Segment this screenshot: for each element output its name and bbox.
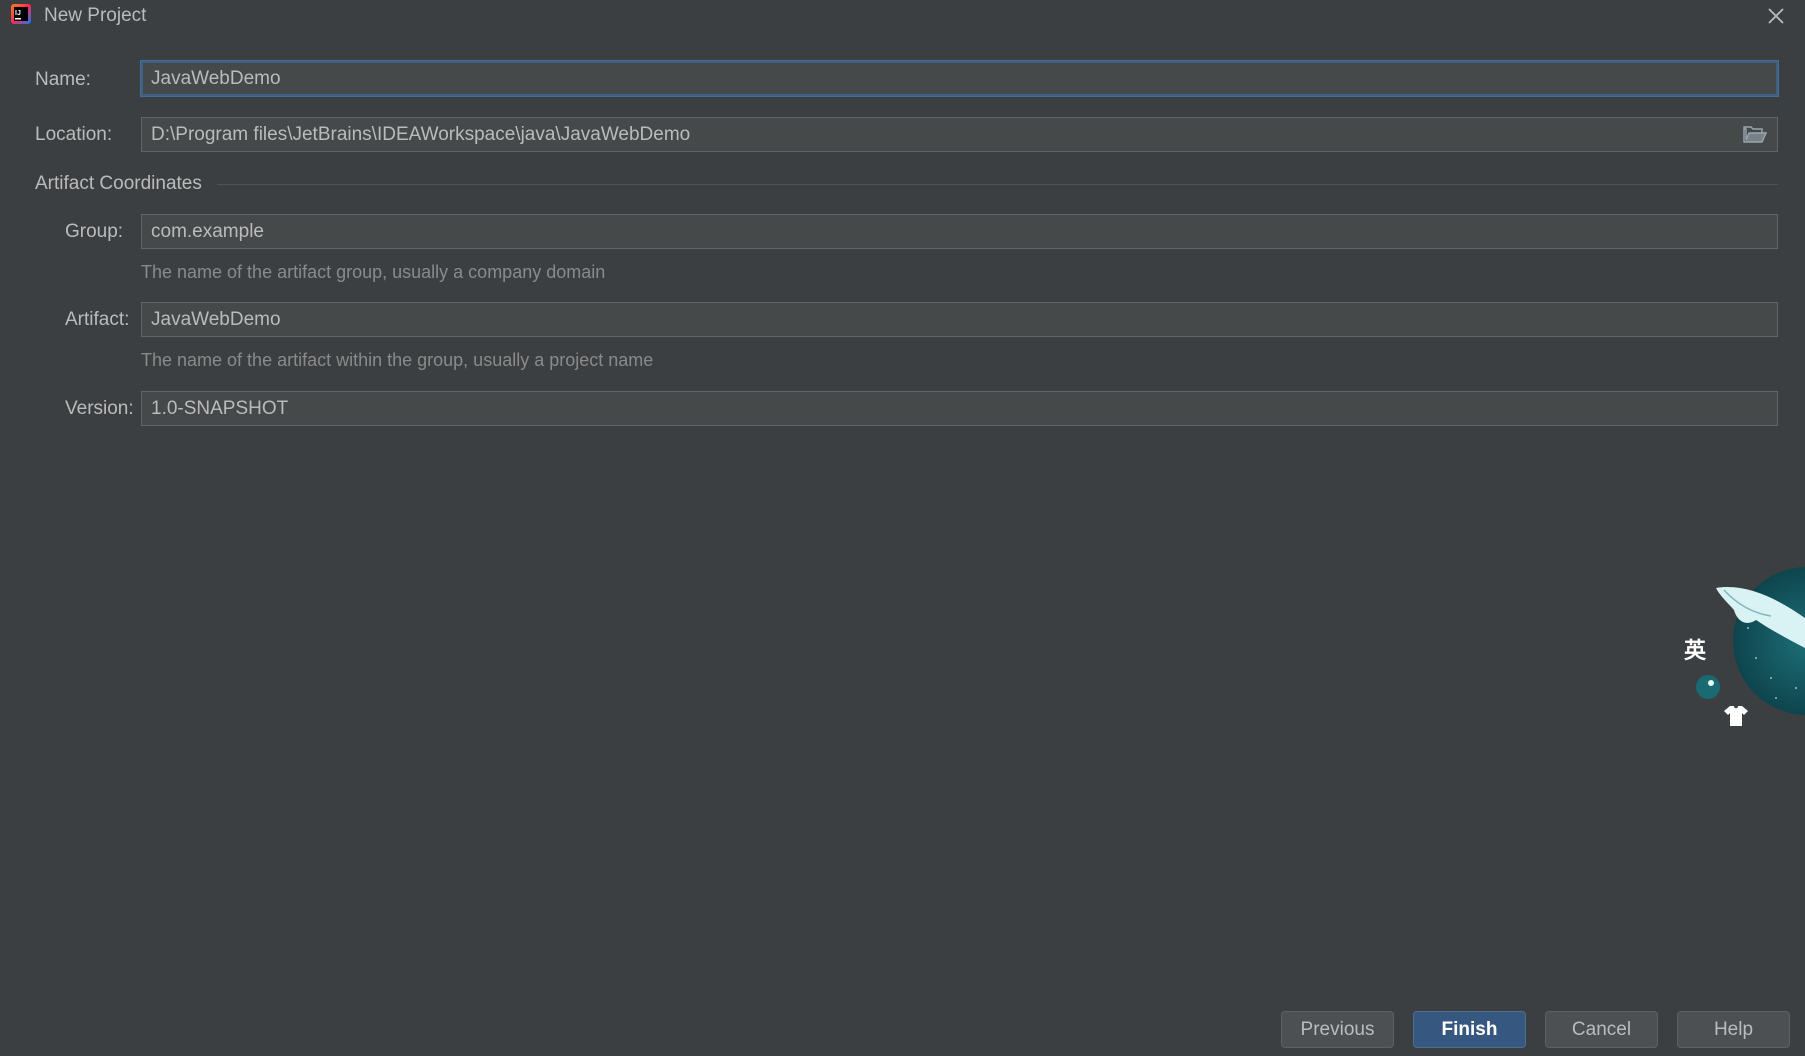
location-input[interactable]: D:\Program files\JetBrains\IDEAWorkspace… xyxy=(141,117,1778,152)
artifact-hint: The name of the artifact within the grou… xyxy=(141,350,654,370)
previous-button[interactable]: Previous xyxy=(1281,1011,1394,1048)
moon-icon[interactable] xyxy=(1694,673,1722,701)
folder-icon[interactable] xyxy=(1743,125,1767,145)
close-icon[interactable] xyxy=(1765,5,1787,27)
svg-text:IJ: IJ xyxy=(15,10,21,17)
group-input-value: com.example xyxy=(151,221,264,242)
previous-button-label: Previous xyxy=(1300,1019,1375,1040)
group-hint: The name of the artifact group, usually … xyxy=(141,262,606,282)
intellij-idea-icon: IJ xyxy=(11,4,31,24)
finish-button-label: Finish xyxy=(1441,1019,1498,1040)
help-button[interactable]: Help xyxy=(1677,1011,1790,1048)
artifact-coordinates-title: Artifact Coordinates xyxy=(35,173,202,194)
artifact-input-value: JavaWebDemo xyxy=(151,309,281,330)
ime-widget[interactable]: 英 xyxy=(1676,558,1805,738)
finish-button[interactable]: Finish xyxy=(1413,1011,1526,1048)
version-input-value: 1.0-SNAPSHOT xyxy=(151,398,289,419)
location-input-value: D:\Program files\JetBrains\IDEAWorkspace… xyxy=(151,124,691,145)
title-bar: IJ New Project xyxy=(0,0,1805,32)
shirt-icon[interactable] xyxy=(1722,702,1750,730)
version-input[interactable]: 1.0-SNAPSHOT xyxy=(141,391,1778,426)
group-label: Group: xyxy=(65,221,124,242)
artifact-input[interactable]: JavaWebDemo xyxy=(141,302,1778,337)
name-input-value: JavaWebDemo xyxy=(151,68,281,89)
location-label: Location: xyxy=(35,124,113,145)
help-button-label: Help xyxy=(1713,1019,1754,1040)
cancel-button[interactable]: Cancel xyxy=(1545,1011,1658,1048)
section-divider xyxy=(217,184,1778,185)
group-input[interactable]: com.example xyxy=(141,214,1778,249)
version-label: Version: xyxy=(65,398,134,419)
window-title: New Project xyxy=(44,5,147,26)
cancel-button-label: Cancel xyxy=(1571,1019,1632,1040)
ime-language-indicator[interactable]: 英 xyxy=(1684,633,1706,665)
name-label: Name: xyxy=(35,69,91,90)
name-input[interactable]: JavaWebDemo xyxy=(141,61,1778,96)
artifact-label: Artifact: xyxy=(65,309,130,330)
